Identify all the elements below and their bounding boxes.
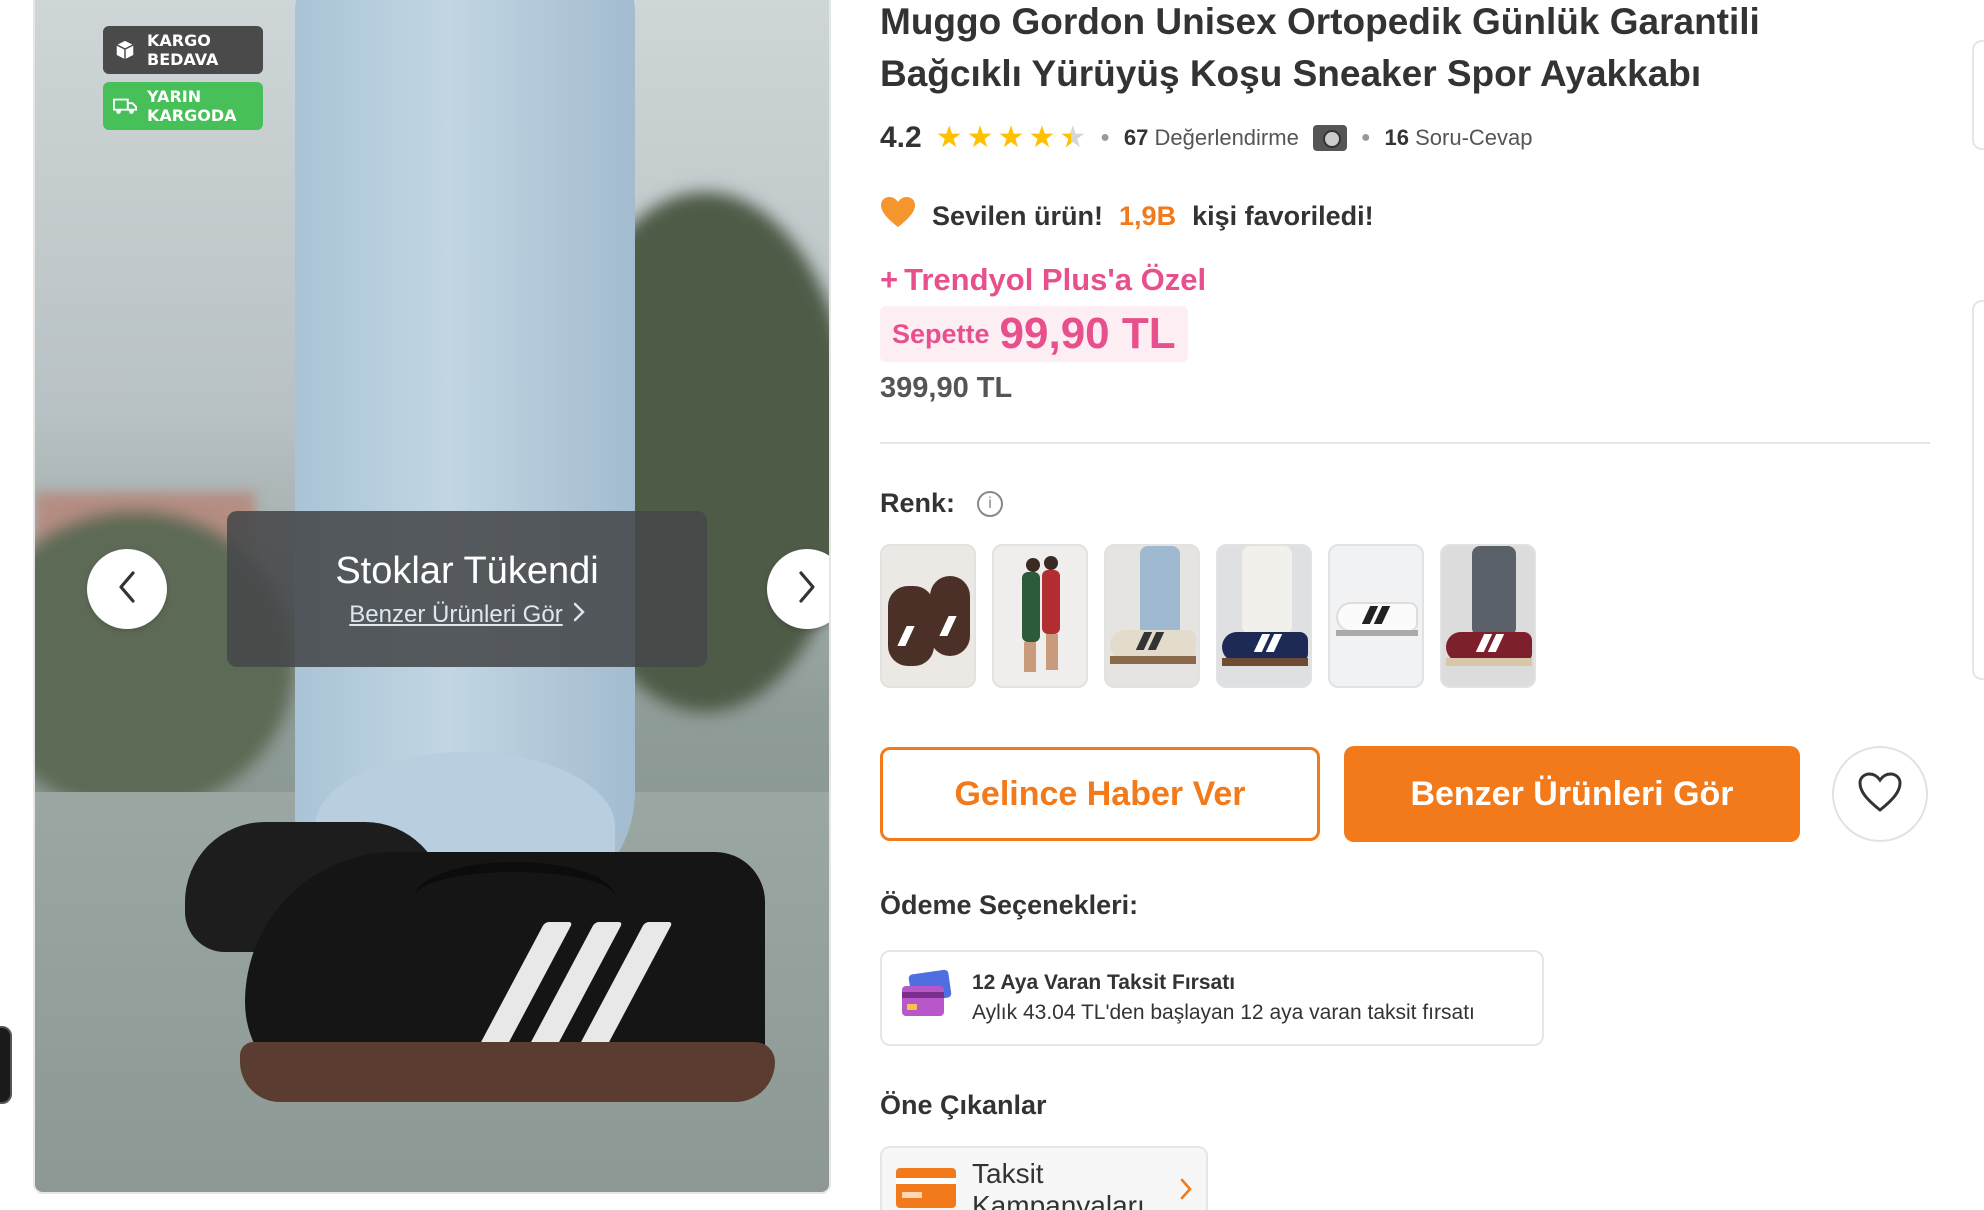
installment-card[interactable]: 12 Aya Varan Taksit Fırsatı Aylık 43.04 … [880, 950, 1544, 1046]
star-icon: ★ [935, 121, 963, 154]
previous-image-button[interactable] [87, 549, 167, 629]
chevron-right-icon [796, 570, 818, 608]
chevron-right-icon [573, 601, 585, 629]
color-swatch-brown[interactable] [880, 544, 976, 688]
card-icon [896, 1168, 956, 1210]
similar-products-link[interactable]: Benzer Ürünleri Gör [349, 600, 585, 629]
installment-title: 12 Aya Varan Taksit Fırsatı [972, 971, 1236, 994]
product-title: Muggo Gordon Unisex Ortopedik Günlük Gar… [880, 0, 1880, 100]
plus-exclusive: + Trendyol Plus'a Özel [880, 262, 1206, 298]
side-panel-edge [1972, 40, 1984, 150]
basket-price-label: Sepette [892, 318, 990, 349]
reviews-link[interactable]: 67 Değerlendirme [1124, 125, 1299, 151]
favorite-info: Sevilen ürün! 1,9B kişi favoriledi! [880, 196, 1374, 237]
camera-icon [1312, 125, 1347, 151]
info-icon[interactable]: i [977, 490, 1004, 517]
badge-line-2: BEDAVA [147, 50, 219, 69]
highlight-card-text: Taksit Kampanyaları [972, 1158, 1145, 1210]
divider [880, 442, 1930, 444]
color-swatches [880, 544, 1536, 688]
chevron-left-icon [116, 570, 138, 608]
favorite-prefix: Sevilen ürün! [932, 201, 1104, 231]
badge-line-1: KARGO [147, 31, 211, 50]
orange-heart-icon [880, 196, 916, 237]
floating-side-widget[interactable] [0, 1026, 12, 1104]
payment-options-label: Ödeme Seçenekleri: [880, 890, 1139, 920]
product-image-gallery[interactable]: KARGO BEDAVA YARIN KARGODA Stoklar Tüken… [33, 0, 831, 1194]
color-swatch-navy[interactable] [1216, 544, 1312, 688]
box-icon [113, 38, 137, 62]
separator-dot: ● [1360, 129, 1371, 146]
badge-line-1: YARIN [147, 87, 202, 106]
product-info: Muggo Gordon Unisex Ortopedik Günlük Gar… [880, 0, 1930, 1210]
out-of-stock-overlay: Stoklar Tükendi Benzer Ürünleri Gör [227, 511, 707, 667]
qa-label: Soru-Cevap [1415, 125, 1533, 150]
out-of-stock-title: Stoklar Tükendi [335, 549, 599, 592]
color-swatch-beige[interactable] [1104, 544, 1200, 688]
star-partial-icon: ★ [1059, 121, 1087, 154]
brand-name[interactable]: Muggo [880, 1, 1001, 42]
color-label: Renk: i [880, 488, 1004, 519]
heart-outline-icon [1857, 771, 1903, 817]
chevron-right-icon [1180, 1178, 1192, 1205]
rating-row: 4.2 ★ ★ ★ ★ ★ ● 67 Değerlendirme ● 16 So… [880, 118, 1533, 158]
installment-description: Aylık 43.04 TL'den başlayan 12 aya varan… [972, 1001, 1475, 1024]
side-panel-edge [1972, 300, 1984, 680]
color-swatch-people[interactable] [992, 544, 1088, 688]
plus-icon: + [880, 262, 899, 297]
rating-value: 4.2 [880, 121, 922, 154]
product-page: KARGO BEDAVA YARIN KARGODA Stoklar Tüken… [0, 0, 1984, 1210]
favorite-suffix: kişi favoriledi! [1192, 201, 1374, 231]
similar-products-link-text: Benzer Ürünleri Gör [349, 600, 563, 628]
star-icon: ★ [997, 121, 1025, 154]
color-label-text: Renk: [880, 488, 956, 518]
action-buttons: Gelince Haber Ver Benzer Ürünleri Gör [880, 746, 1928, 842]
qa-count: 16 [1384, 125, 1409, 150]
original-price: 399,90 TL [880, 372, 1013, 404]
color-swatch-burgundy[interactable] [1440, 544, 1536, 688]
notify-me-button[interactable]: Gelince Haber Ver [880, 747, 1320, 841]
shoe-lace [415, 862, 615, 932]
star-icon: ★ [1028, 121, 1056, 154]
product-name: Gordon Unisex Ortopedik Günlük Garantili… [880, 1, 1760, 94]
credit-cards-icon [898, 968, 954, 1029]
similar-products-button[interactable]: Benzer Ürünleri Gör [1344, 746, 1800, 842]
rating-stars: ★ ★ ★ ★ ★ [936, 123, 1087, 153]
next-day-delivery-badge: YARIN KARGODA [103, 82, 263, 130]
highlights-label: Öne Çıkanlar [880, 1090, 1047, 1120]
star-icon: ★ [966, 121, 994, 154]
separator-dot: ● [1100, 129, 1110, 146]
shoe-sole [240, 1042, 775, 1102]
free-shipping-badge: KARGO BEDAVA [103, 26, 263, 74]
review-count: 67 [1123, 125, 1149, 150]
favorite-count: 1,9B [1119, 201, 1177, 231]
truck-icon [113, 94, 137, 118]
review-label: Değerlendirme [1154, 125, 1299, 150]
plus-label: Trendyol Plus'a Özel [904, 262, 1207, 297]
qa-link[interactable]: 16 Soru-Cevap [1385, 125, 1533, 151]
installment-campaigns-card[interactable]: Taksit Kampanyaları [880, 1146, 1208, 1210]
color-swatch-white[interactable] [1328, 544, 1424, 688]
basket-price: 99,90 TL [999, 309, 1176, 358]
badge-line-2: KARGODA [147, 106, 237, 125]
basket-price-box: Sepette 99,90 TL [880, 306, 1188, 362]
add-to-favorites-button[interactable] [1832, 746, 1928, 842]
